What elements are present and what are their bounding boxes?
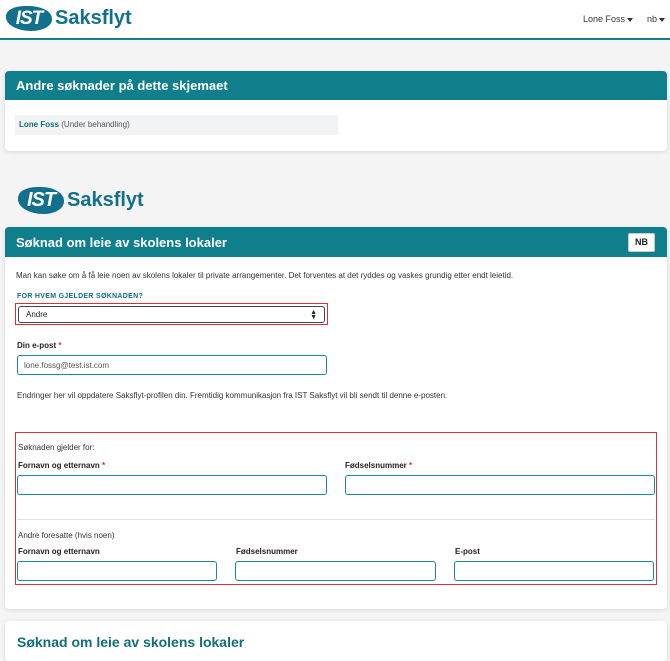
language-menu[interactable]: nb <box>647 14 666 24</box>
for-whom-select[interactable]: Andre ▲ ▼ <box>18 306 325 323</box>
second-form-title: Søknad om leie av skolens lokaler <box>17 634 245 650</box>
guardian-fullname-label: Fornavn og etternavn <box>18 547 100 556</box>
for-whom-error-outline: Andre ▲ ▼ <box>15 303 328 325</box>
guardian-email-input[interactable] <box>454 561 654 581</box>
list-item[interactable]: Lone Foss (Under behandling) <box>15 115 338 135</box>
email-field[interactable]: lone.fossg@test.ist.com <box>17 355 327 375</box>
applies-for-label: Søknaden gjelder for: <box>18 443 95 452</box>
for-whom-label: FOR HVEM GJELDER SØKNADEN? <box>17 293 144 300</box>
application-form-card: Søknad om leie av skolens lokaler NB Man… <box>5 227 667 609</box>
language-button[interactable]: NB <box>628 232 655 252</box>
other-applications-card: Andre søknader på dette skjemaet Lone Fo… <box>5 71 667 151</box>
chevron-down-icon <box>659 17 666 22</box>
fullname-input[interactable] <box>17 475 327 495</box>
email-label-text: Din e-post <box>17 341 57 350</box>
applicant-section: Søknaden gjelder for: Fornavn og etterna… <box>15 432 657 585</box>
saksflyt-logo[interactable]: IST Saksflyt <box>6 6 132 31</box>
applicant-name: Lone Foss <box>19 120 60 129</box>
birthnumber-label-text: Fødselsnummer <box>345 461 407 470</box>
guardian-birthnumber-label: Fødselsnummer <box>236 547 298 556</box>
guardians-label: Andre foresatte (hvis noen) <box>18 531 115 540</box>
top-navbar: IST Saksflyt Lone Foss nb <box>0 0 670 40</box>
guardian-birthnumber-input[interactable] <box>235 561 436 581</box>
fullname-label: Fornavn og etternavn * <box>18 461 105 470</box>
birthnumber-input[interactable] <box>345 475 655 495</box>
required-mark: * <box>58 341 62 350</box>
guardian-fullname-input[interactable] <box>17 561 217 581</box>
select-arrows-icon: ▲ ▼ <box>310 308 317 321</box>
form-header: Søknad om leie av skolens lokaler NB <box>5 227 667 257</box>
application-status: (Under behandling) <box>61 120 130 129</box>
chevron-down-icon <box>627 17 634 22</box>
user-name: Lone Foss <box>583 14 626 24</box>
fullname-label-text: Fornavn og etternavn <box>18 461 100 470</box>
ist-logo-mark: IST <box>6 6 52 31</box>
language-code: nb <box>647 14 658 24</box>
guardian-email-label: E-post <box>455 547 480 556</box>
logo-wordmark: Saksflyt <box>55 7 132 29</box>
logo-wordmark: Saksflyt <box>67 189 144 211</box>
divider <box>17 519 655 520</box>
user-menu[interactable]: Lone Foss <box>583 14 634 24</box>
email-label: Din e-post * <box>17 341 61 350</box>
select-value: Andre <box>26 310 48 319</box>
birthnumber-label: Fødselsnummer * <box>345 461 412 470</box>
required-mark: * <box>409 461 413 470</box>
email-note: Endringer her vil oppdatere Saksflyt-pro… <box>17 391 448 400</box>
second-form-card: Søknad om leie av skolens lokaler <box>5 621 667 661</box>
ist-logo-mark: IST <box>18 187 64 214</box>
other-applications-title: Andre søknader på dette skjemaet <box>5 71 667 100</box>
form-intro: Man kan søke om å få leie noen av skolen… <box>16 271 514 280</box>
form-title: Søknad om leie av skolens lokaler <box>16 234 227 250</box>
form-logo: IST Saksflyt <box>18 187 144 214</box>
required-mark: * <box>102 461 106 470</box>
